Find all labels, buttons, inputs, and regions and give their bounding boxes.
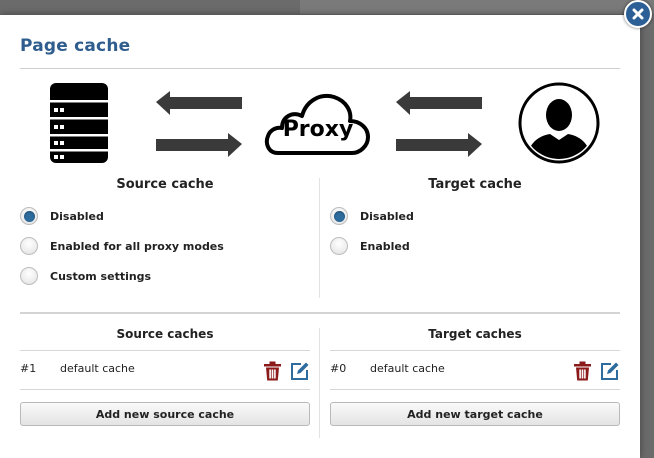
row-divider: [20, 350, 310, 351]
source-caches-heading: Source caches: [116, 327, 214, 341]
close-icon[interactable]: [632, 8, 644, 20]
add-source-cache-button[interactable]: Add new source cache: [20, 402, 310, 426]
bidirectional-arrows-icon: [156, 89, 246, 163]
radio-label: Custom settings: [50, 269, 152, 283]
edit-icon[interactable]: [290, 361, 310, 381]
radio-button[interactable]: [20, 267, 38, 285]
close-button[interactable]: [624, 0, 652, 28]
target-disabled-radio[interactable]: Disabled: [330, 207, 414, 225]
source-enabled-all-radio[interactable]: Enabled for all proxy modes: [20, 237, 224, 255]
column-divider: [319, 328, 320, 438]
radio-label: Disabled: [360, 209, 414, 223]
edit-icon[interactable]: [600, 361, 620, 381]
cache-id: #1: [20, 361, 37, 375]
add-target-cache-button[interactable]: Add new target cache: [330, 402, 620, 426]
source-cache-heading: Source cache: [116, 177, 214, 192]
column-divider: [319, 178, 320, 298]
row-actions: [263, 361, 310, 381]
radio-label: Disabled: [50, 209, 104, 223]
radio-selected-dot: [333, 210, 345, 222]
delete-icon[interactable]: [263, 361, 282, 381]
radio-button[interactable]: [330, 237, 348, 255]
radio-button[interactable]: [20, 207, 38, 225]
server-icon: [48, 81, 110, 169]
dialog-title: Page cache: [20, 36, 131, 56]
radio-label: Enabled: [360, 239, 410, 253]
target-enabled-radio[interactable]: Enabled: [330, 237, 410, 255]
row-divider: [330, 350, 620, 351]
proxy-cloud-icon: Proxy: [264, 89, 372, 161]
radio-button[interactable]: [20, 237, 38, 255]
title-divider: [20, 68, 620, 69]
proxy-label: Proxy: [282, 117, 354, 142]
delete-icon[interactable]: [573, 361, 592, 381]
target-cache-heading: Target cache: [428, 177, 522, 192]
radio-selected-dot: [23, 210, 35, 222]
section-divider: [20, 312, 620, 314]
row-actions: [573, 361, 620, 381]
target-caches-heading: Target caches: [428, 327, 522, 341]
row-divider: [330, 389, 620, 390]
row-divider: [20, 389, 310, 390]
cache-id: #0: [330, 361, 347, 375]
user-avatar-icon: [518, 82, 600, 168]
bidirectional-arrows-icon: [396, 89, 486, 163]
page-cache-dialog: Page cache Proxy Source cache Target cac…: [0, 15, 640, 458]
radio-label: Enabled for all proxy modes: [50, 239, 224, 253]
source-custom-settings-radio[interactable]: Custom settings: [20, 267, 151, 285]
radio-button[interactable]: [330, 207, 348, 225]
background-window-strip: [300, 0, 654, 14]
source-disabled-radio[interactable]: Disabled: [20, 207, 104, 225]
